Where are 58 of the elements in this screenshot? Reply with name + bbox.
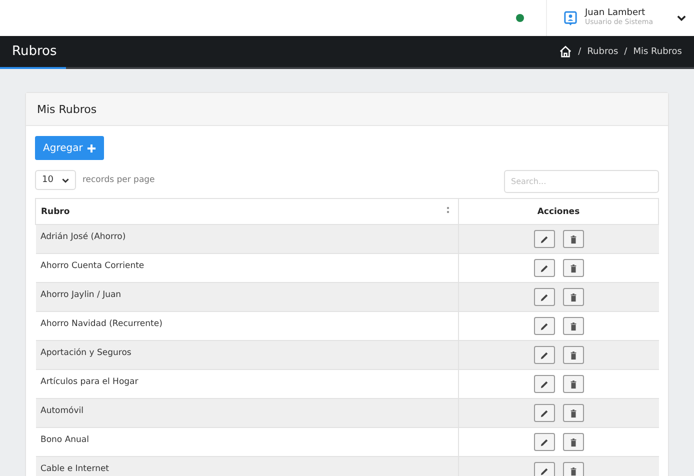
pencil-icon	[540, 292, 549, 302]
page-title: Rubros	[12, 44, 57, 59]
delete-button[interactable]	[562, 230, 584, 248]
delete-button[interactable]	[562, 404, 584, 422]
card-title: Mis Rubros	[37, 102, 97, 116]
breadcrumb-separator: /	[578, 46, 582, 56]
pencil-icon	[540, 350, 549, 360]
edit-button[interactable]	[534, 230, 555, 248]
home-icon[interactable]	[559, 45, 572, 58]
trash-icon	[568, 264, 578, 272]
edit-button[interactable]	[534, 433, 555, 451]
page-size-select[interactable]: 10	[35, 170, 76, 190]
page-size-label: records per page	[82, 175, 155, 185]
trash-icon	[568, 234, 578, 244]
breadcrumb-separator: /	[624, 46, 628, 56]
delete-button[interactable]	[562, 288, 584, 306]
edit-button[interactable]	[534, 288, 555, 306]
pencil-icon	[540, 408, 549, 418]
table-cell: Automóvil	[36, 398, 458, 428]
pencil-icon	[540, 438, 549, 446]
user-icon	[564, 10, 577, 26]
table-cell: Adrián José (Ahorro)	[36, 224, 458, 254]
delete-button[interactable]	[562, 433, 584, 451]
trash-icon	[568, 466, 578, 476]
pencil-icon	[540, 380, 549, 388]
delete-button[interactable]	[562, 375, 584, 393]
table-cell: Ahorro Jaylin / Juan	[36, 282, 458, 312]
column-header[interactable]: Rubro	[36, 198, 458, 224]
pencil-icon	[540, 234, 549, 244]
trash-icon	[568, 438, 578, 446]
table-cell: Aportación y Seguros	[36, 340, 458, 370]
trash-icon	[568, 292, 578, 302]
trash-icon	[568, 350, 578, 360]
plus-icon	[86, 144, 96, 152]
table-cell: Cable e Internet	[36, 456, 458, 476]
edit-button[interactable]	[534, 259, 555, 277]
edit-button[interactable]	[534, 462, 555, 476]
trash-icon	[568, 322, 578, 330]
delete-button[interactable]	[562, 317, 584, 335]
delete-button[interactable]	[562, 259, 584, 277]
pencil-icon	[540, 322, 549, 330]
delete-button[interactable]	[562, 346, 584, 364]
search-field[interactable]: Search...	[504, 170, 659, 193]
breadcrumb-link[interactable]: Mis Rubros	[633, 46, 682, 56]
pencil-icon	[540, 264, 549, 272]
trash-icon	[568, 408, 578, 418]
edit-button[interactable]	[534, 375, 555, 393]
chevron-down-icon	[62, 178, 70, 182]
breadcrumb-link[interactable]: Rubros	[587, 46, 618, 56]
edit-button[interactable]	[534, 346, 555, 364]
user-name: Juan Lambert	[585, 9, 646, 18]
chevron-down-icon[interactable]	[677, 15, 686, 21]
delete-button[interactable]	[562, 462, 584, 476]
pencil-icon	[540, 466, 549, 476]
edit-button[interactable]	[534, 317, 555, 335]
column-header: Acciones	[458, 198, 658, 224]
edit-button[interactable]	[534, 404, 555, 422]
trash-icon	[568, 380, 578, 388]
